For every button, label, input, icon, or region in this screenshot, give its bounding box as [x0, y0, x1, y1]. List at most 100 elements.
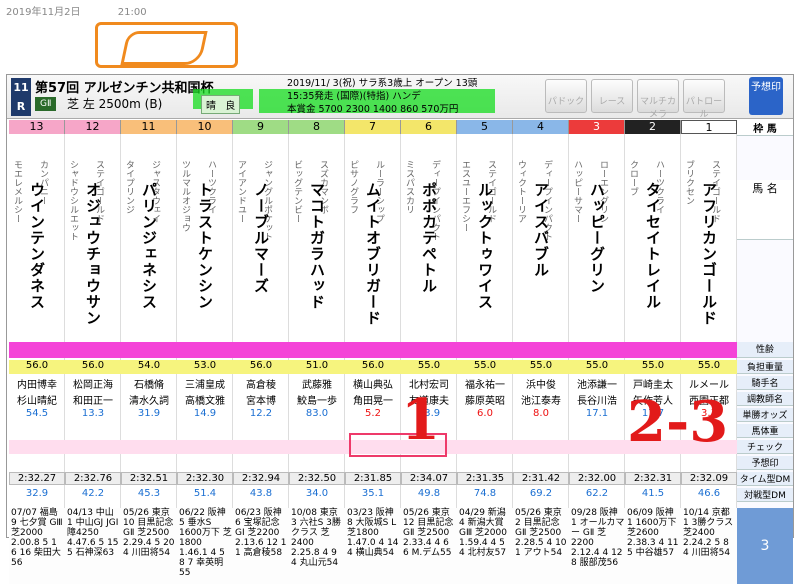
weight-cell: 56.0: [345, 360, 401, 374]
annotation-mark-23: 2-3: [627, 389, 729, 455]
weight-cell: 55.0: [401, 360, 457, 374]
multicamera-button[interactable]: マルチカメラ: [637, 79, 679, 120]
check-cell[interactable]: [289, 440, 345, 454]
horse-column[interactable]: 2 クローブ ハーツクライ タイセイトレイル 55.0 戸崎圭太 矢作芳人 17…: [625, 120, 681, 584]
battle-dm: 41.5: [641, 488, 665, 499]
race-number-badge: 11 R: [11, 78, 31, 116]
jockey-name[interactable]: 池添謙一: [569, 376, 625, 391]
horse-column[interactable]: 5 エスユーエフシー ステイゴールド ルックトゥワイス 55.0 福永祐一 藤原…: [457, 120, 513, 584]
horse-number: 10: [197, 120, 212, 133]
waku-number-cell: 10: [177, 120, 233, 134]
label-waku: 枠 馬: [737, 120, 793, 136]
check-cell[interactable]: [121, 440, 177, 454]
label-predict: 予想印: [737, 456, 793, 470]
jockey-name[interactable]: 横山典弘: [345, 376, 401, 391]
past-race-cell[interactable]: 06/22 阪神 5 垂水S 1600万下 芝1800 1.46.1 4 5 8…: [177, 508, 233, 584]
waku-number-cell: 5: [457, 120, 513, 134]
past-race-cell[interactable]: 05/26 東京 12 目黒記念 GⅡ 芝2500 2.33.4 4 6 6 M…: [401, 508, 457, 584]
win-odds: 54.5: [25, 408, 49, 419]
win-odds: 31.9: [137, 408, 161, 419]
battle-dm: 74.8: [473, 488, 497, 499]
dam-name: ウィクトーリア: [516, 160, 526, 223]
sex-age-bar: [345, 342, 401, 358]
dam-name: アイアンドユー: [236, 160, 246, 223]
horse-column[interactable]: 11 タイプリンジ ジャスタウェイ パリンジェネシス 54.0 石橋脩 清水久詞…: [121, 120, 177, 584]
horse-column[interactable]: 13 モエレメルシー カンパニー ウインテンダネス 56.0 内田博幸 杉山晴紀…: [9, 120, 65, 584]
waku-number-cell: 13: [9, 120, 65, 134]
battle-dm: 32.9: [25, 488, 49, 499]
predict-button[interactable]: 予想印: [749, 77, 783, 115]
horse-column[interactable]: 8 ビッグテンビー スズカマンボ マコトガラハッド 51.0 武藤雅 鮫島一歩 …: [289, 120, 345, 584]
horse-name[interactable]: ルックトゥワイス: [476, 182, 496, 332]
past-race-cell[interactable]: 06/23 阪神 6 宝塚記念 GⅠ 芝2200 2.13.6 12 1 1 高…: [233, 508, 289, 584]
past-race-cell[interactable]: 03/23 阪神 8 大阪城S L 芝1800 1.47.0 4 14 4 横山…: [345, 508, 401, 584]
horse-name[interactable]: マコトガラハッド: [308, 182, 328, 332]
horse-column[interactable]: 12 シャドウシルエット ステイゴールド オジュウチョウサン 56.0 松岡正海…: [65, 120, 121, 584]
horse-column[interactable]: 4 ウィクトーリア ディープインパクト アイスバブル 55.0 浜中俊 池江泰寿…: [513, 120, 569, 584]
check-cell[interactable]: [513, 440, 569, 454]
horse-name[interactable]: ノーブルマーズ: [252, 182, 272, 332]
label-odds: 単勝オッズ: [737, 408, 793, 422]
jockey-name[interactable]: 石橋脩: [121, 376, 177, 391]
trainer-name: 藤原英昭: [465, 396, 505, 407]
horse-name[interactable]: オジュウチョウサン: [84, 182, 104, 332]
label-weight: 負担重量: [737, 360, 793, 374]
hand-drawn-box: [95, 22, 238, 68]
horse-name[interactable]: タイセイトレイル: [644, 182, 664, 332]
patrol-button[interactable]: パトロール: [683, 79, 725, 120]
waku-number-cell: 11: [121, 120, 177, 134]
jockey-name[interactable]: 武藤雅: [289, 376, 345, 391]
horse-name[interactable]: アフリカンゴールド: [700, 182, 720, 332]
jockey-name[interactable]: 高倉稜: [233, 376, 289, 391]
jockey-name[interactable]: 浜中俊: [513, 376, 569, 391]
weight-cell: 55.0: [681, 360, 737, 374]
battle-dm: 69.2: [529, 488, 553, 499]
sex-age-bar: [9, 342, 65, 358]
horse-name[interactable]: ウインテンダネス: [28, 182, 48, 332]
horse-name[interactable]: トラストケンシン: [196, 182, 216, 332]
horse-number: 11: [141, 120, 156, 133]
trainer-name: 和田正一: [73, 396, 113, 407]
horse-name[interactable]: パリンジェネシス: [140, 182, 160, 332]
race-info-line3: 本賞金 5700 2300 1400 860 570万円: [287, 104, 459, 115]
battle-dm: 42.2: [81, 488, 105, 499]
horse-name[interactable]: ポポカテペトル: [420, 182, 440, 332]
horse-column[interactable]: 7 ピサノグラフ ルーラーシップ ムイトオブリガード 56.0 横山典弘 角田晃…: [345, 120, 401, 584]
check-cell[interactable]: [457, 440, 513, 454]
check-cell[interactable]: [9, 440, 65, 454]
paddock-button[interactable]: パドック: [545, 79, 587, 113]
check-cell[interactable]: [177, 440, 233, 454]
past-race-cell[interactable]: 07/07 福島 9 七夕賞 GⅢ 芝2000 2.00.8 5 1 6 16 …: [9, 508, 65, 584]
jockey-name[interactable]: 三浦皇成: [177, 376, 233, 391]
past-race-cell[interactable]: 10/14 京都 1 3勝クラス 芝2400 2.24.2 5 8 4 川田将5…: [681, 508, 737, 584]
past-race-cell[interactable]: 09/28 阪神 1 オールカマー GⅡ 芝2200 2.12.4 4 12 8…: [569, 508, 625, 584]
past-race-cell[interactable]: 10/08 東京 3 六社S 3勝クラス 芝2400 2.25.8 4 9 4 …: [289, 508, 345, 584]
past-race-cell[interactable]: 05/26 東京 10 目黒記念 GⅡ 芝2500 2.29.4 5 20 4 …: [121, 508, 177, 584]
dam-name: モエレメルシー: [12, 160, 22, 223]
horse-column[interactable]: 1 ブリクセン ステイゴールド アフリカンゴールド 55.0 ルメール 西園正都…: [681, 120, 737, 584]
time-dm: 2:32.76: [65, 472, 121, 485]
check-cell[interactable]: [569, 440, 625, 454]
horse-column[interactable]: 6 ミスパスカリ ディープインパクト ポポカテペトル 55.0 北村宏司 友道康…: [401, 120, 457, 584]
horse-name[interactable]: アイスバブル: [532, 182, 552, 332]
horse-column[interactable]: 3 ハッピーサマー ローエングリン ハッピーグリン 55.0 池添謙一 長谷川浩…: [569, 120, 625, 584]
race-video-button[interactable]: レース: [591, 79, 633, 113]
horse-column[interactable]: 9 アイアンドユー ジャングルポケット ノーブルマーズ 56.0 高倉稜 宮本博…: [233, 120, 289, 584]
race-round: R: [16, 100, 26, 113]
jockey-name[interactable]: 松岡正海: [65, 376, 121, 391]
past-race-cell[interactable]: 05/26 東京 2 目黒記念 GⅡ 芝2500 2.28.5 4 10 1 ア…: [513, 508, 569, 584]
past-race-cell[interactable]: 04/29 新潟 4 新潟大賞 GⅢ 芝2000 1.59.4 4 5 4 北村…: [457, 508, 513, 584]
past-race-cell[interactable]: 06/09 阪神 1 1600万下 芝2600 2.38.3 4 11 5 中谷…: [625, 508, 681, 584]
horse-name[interactable]: ハッピーグリン: [588, 182, 608, 332]
past-race-cell[interactable]: 04/13 中山 1 中山GJ JGⅠ 障4250 4.47.6 5 15 5 …: [65, 508, 121, 584]
jockey-name[interactable]: 内田博幸: [9, 376, 65, 391]
time-dm: 2:31.35: [457, 472, 513, 485]
win-odds: 13.3: [81, 408, 105, 419]
check-cell[interactable]: [233, 440, 289, 454]
horse-name[interactable]: ムイトオブリガード: [364, 182, 384, 332]
dam-name: ミスパスカリ: [404, 160, 414, 214]
horse-column[interactable]: 10 ツルマルオジョウ ハーツクライ トラストケンシン 53.0 三浦皇成 高橋…: [177, 120, 233, 584]
check-cell[interactable]: [65, 440, 121, 454]
jockey-name[interactable]: 福永祐一: [457, 376, 513, 391]
annotation-mark-1: 1: [401, 387, 440, 453]
